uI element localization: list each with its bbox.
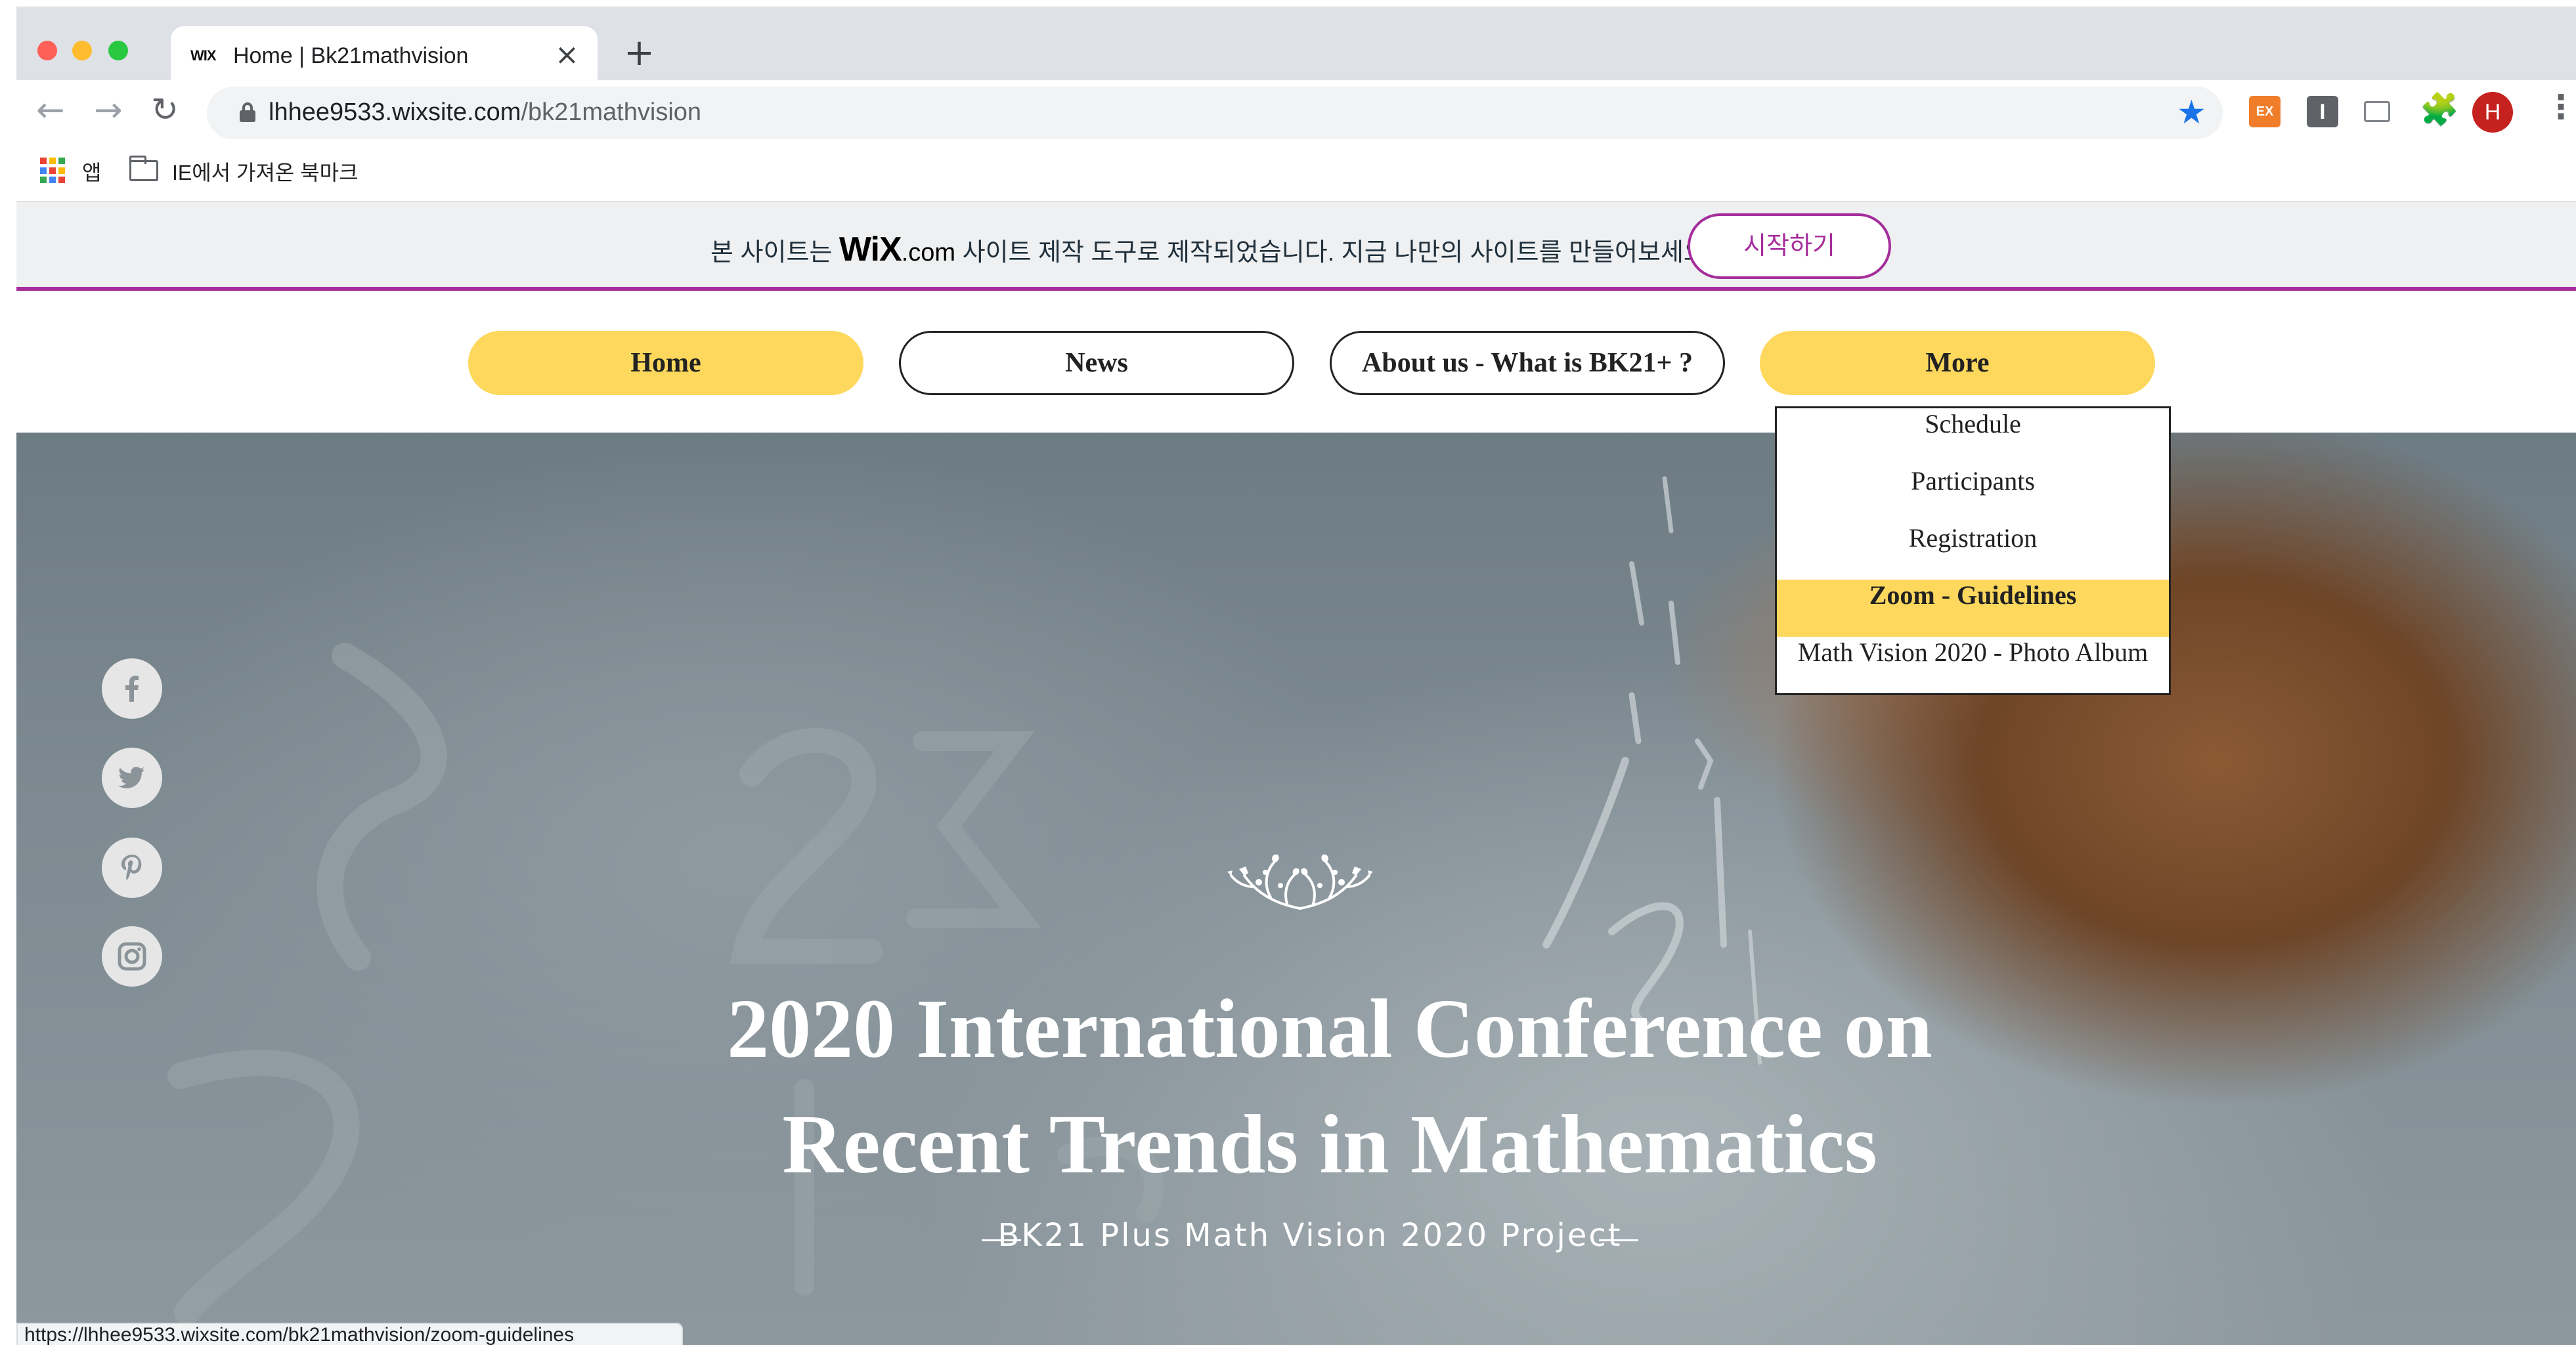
active-tab[interactable]: WIX Home | Bk21mathvision × (171, 26, 598, 87)
close-window-button[interactable] (37, 41, 57, 60)
back-arrow-icon[interactable]: ← (36, 91, 65, 130)
hero-subtitle: BK21 Plus Math Vision 2020 Project (997, 1217, 1623, 1254)
wix-logo-suffix: .com (901, 239, 956, 267)
wix-favicon-icon: WIX (190, 47, 217, 64)
browser-toolbar: ← → ↻ lhhee9533.wixsite.com/bk21mathvisi… (16, 80, 2576, 146)
floral-ornament-icon (1227, 854, 1373, 910)
wix-banner-text-after: 사이트 제작 도구로 제작되었습니다. 지금 나만의 사이트를 만들어보세요. (962, 239, 1714, 267)
wix-start-button[interactable]: 시작하기 (1688, 213, 1891, 279)
hero-subtitle-block: BK21 Plus Math Vision 2020 Project (982, 1217, 1638, 1256)
nav-news-button[interactable]: News (899, 331, 1294, 395)
twitter-icon[interactable] (102, 748, 162, 808)
new-tab-button[interactable]: + (624, 32, 655, 74)
instagram-icon[interactable] (102, 926, 162, 987)
menu-item-registration[interactable]: Registration (1777, 523, 2169, 580)
minimize-window-button[interactable] (72, 41, 92, 60)
extension-ex-icon[interactable]: EX (2249, 96, 2281, 127)
tab-close-icon[interactable]: × (555, 38, 579, 72)
nav-about-button[interactable]: About us - What is BK21+ ? (1330, 331, 1725, 395)
extensions-puzzle-icon[interactable]: 🧩 (2420, 91, 2459, 128)
tab-title: Home | Bk21mathvision (233, 43, 469, 68)
wix-logo-main: WiX (839, 230, 902, 268)
link-status-bar: https://lhhee9533.wixsite.com/bk21mathvi… (16, 1323, 683, 1345)
nav-more-button[interactable]: More (1760, 331, 2155, 395)
bookmark-star-icon[interactable]: ★ (2177, 93, 2206, 131)
nav-home-button[interactable]: Home (468, 331, 863, 395)
tab-strip: WIX Home | Bk21mathvision × + (16, 7, 2576, 87)
more-dropdown-menu: Schedule Participants Registration Zoom … (1775, 406, 2171, 695)
hero-section: 2020 International Conference on Recent … (16, 433, 2576, 1345)
extension-i-icon[interactable]: I (2307, 96, 2338, 127)
maximize-window-button[interactable] (108, 41, 128, 60)
window-edge (0, 0, 16, 1345)
subtitle-line-left (982, 1239, 1021, 1241)
hero-title-line-1: 2020 International Conference on (727, 982, 1932, 1075)
pinterest-icon[interactable] (102, 838, 162, 898)
forward-arrow-icon[interactable]: → (94, 91, 123, 130)
reload-icon[interactable]: ↻ (151, 91, 179, 129)
facebook-icon[interactable] (102, 658, 162, 719)
wix-logo[interactable]: WiX.com (839, 230, 955, 268)
subtitle-line-right (1599, 1239, 1638, 1241)
url-host: lhhee9533.wixsite.com (269, 98, 521, 126)
bookmark-apps-label[interactable]: 앱 (82, 156, 101, 186)
menu-item-photo-album[interactable]: Math Vision 2020 - Photo Album (1777, 637, 2169, 694)
menu-item-schedule[interactable]: Schedule (1777, 408, 2169, 465)
url-text[interactable]: lhhee9533.wixsite.com/bk21mathvision (269, 98, 701, 127)
bookmarks-bar: 앱 IE에서 가져온 북마크 (16, 146, 2576, 202)
wix-ad-banner: 본 사이트는 WiX.com 사이트 제작 도구로 제작되었습니다. 지금 나만… (16, 202, 2576, 291)
menu-item-participants[interactable]: Participants (1777, 465, 2169, 523)
menu-item-zoom-guidelines[interactable]: Zoom - Guidelines (1777, 580, 2169, 637)
profile-avatar[interactable]: H (2472, 92, 2513, 133)
lock-icon[interactable] (240, 102, 255, 122)
hero-title: 2020 International Conference on Recent … (542, 971, 2118, 1202)
site-navigation: Home News About us - What is BK21+ ? Mor… (16, 295, 2576, 433)
extension-screen-icon[interactable] (2364, 101, 2390, 122)
url-path: /bk21mathvision (521, 98, 702, 126)
apps-grid-icon[interactable] (40, 158, 66, 184)
address-bar[interactable]: lhhee9533.wixsite.com/bk21mathvision ★ (207, 87, 2223, 139)
bookmark-folder-label[interactable]: IE에서 가져온 북마크 (172, 156, 359, 186)
wix-banner-text: 본 사이트는 WiX.com 사이트 제작 도구로 제작되었습니다. 지금 나만… (710, 230, 1713, 269)
folder-icon[interactable] (129, 156, 158, 181)
hero-title-line-2: Recent Trends in Mathematics (782, 1098, 1877, 1191)
wix-banner-text-before: 본 사이트는 (710, 239, 833, 267)
browser-menu-icon[interactable]: ⋮ (2544, 88, 2576, 126)
